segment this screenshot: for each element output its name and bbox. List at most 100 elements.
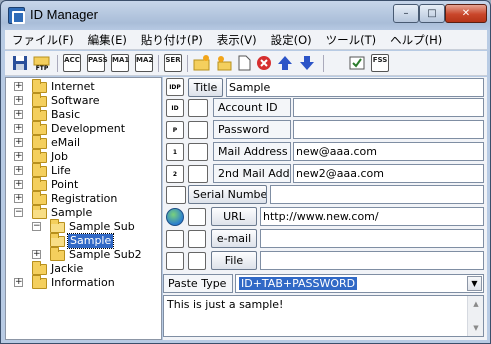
save-icon[interactable] <box>11 54 29 72</box>
move-up-icon[interactable] <box>276 54 294 72</box>
expand-icon[interactable]: + <box>14 152 23 161</box>
copy-password-icon[interactable]: P <box>166 121 184 139</box>
paste-type-select[interactable]: ID+TAB+PASSWORD ▼ <box>235 274 484 293</box>
menu-file[interactable]: ファイル(F) <box>5 30 81 49</box>
menu-edit[interactable]: 編集(E) <box>81 30 134 49</box>
expand-icon[interactable]: + <box>14 124 23 133</box>
collapse-icon[interactable]: − <box>14 208 23 217</box>
file-icon[interactable] <box>166 252 184 270</box>
copy-file-icon[interactable] <box>188 252 206 270</box>
globe-icon[interactable] <box>166 208 184 226</box>
new-folder-icon[interactable] <box>193 54 211 72</box>
folder-icon <box>32 121 47 135</box>
memo-scrollbar[interactable]: ▲ ▼ <box>467 296 483 336</box>
file-field[interactable] <box>260 251 484 270</box>
copy-serial-icon[interactable]: SER <box>164 54 182 72</box>
account-id-label: Account ID <box>213 98 291 117</box>
scroll-down-icon[interactable]: ▼ <box>469 321 483 335</box>
folder-icon <box>32 275 47 289</box>
expand-icon[interactable]: + <box>14 194 23 203</box>
copy-id-icon[interactable]: ID <box>166 99 184 117</box>
menu-settings[interactable]: 設定(O) <box>264 30 319 49</box>
expand-icon[interactable]: + <box>14 278 23 287</box>
folder-icon <box>32 93 47 107</box>
mail1-icon <box>188 143 208 161</box>
copy-account-icon[interactable]: ACC <box>63 54 81 72</box>
url-button[interactable]: URL <box>211 207 257 226</box>
fss-icon[interactable]: FSS <box>371 54 389 72</box>
serial-number-button[interactable]: Serial Number <box>188 185 267 204</box>
copy-url-icon[interactable] <box>188 208 206 226</box>
mail-address2-label: 2nd Mail Address <box>213 164 291 183</box>
password-icon <box>188 121 208 139</box>
url-field[interactable]: http://www.new.com/ <box>260 207 484 226</box>
folder-icon <box>50 247 65 261</box>
email-button[interactable]: e-mail <box>211 229 257 248</box>
title-bar[interactable]: ID Manager – □ ✕ <box>1 1 490 30</box>
title-label: Title <box>188 78 223 97</box>
menu-tools[interactable]: ツール(T) <box>319 30 384 49</box>
password-field[interactable] <box>293 120 484 139</box>
file-button[interactable]: File <box>211 251 257 270</box>
email-field[interactable] <box>260 229 484 248</box>
memo-text: This is just a sample! <box>167 298 284 311</box>
folder-icon <box>32 107 47 121</box>
menu-view[interactable]: 表示(V) <box>210 30 264 49</box>
expand-icon[interactable]: + <box>14 110 23 119</box>
serial-icon[interactable] <box>166 186 186 204</box>
ftp-folder-icon[interactable]: FTP <box>33 54 51 72</box>
collapse-icon[interactable]: − <box>32 222 41 231</box>
menu-help[interactable]: ヘルプ(H) <box>383 30 449 49</box>
folder-icon <box>32 191 47 205</box>
copy-mail1-icon[interactable]: MA1 <box>111 54 129 72</box>
account-id-field[interactable] <box>293 98 484 117</box>
toolbar-separator <box>57 55 58 72</box>
options-icon[interactable] <box>348 54 366 72</box>
close-button[interactable]: ✕ <box>445 4 487 23</box>
expand-icon[interactable]: + <box>32 250 41 259</box>
toolbar-separator <box>187 55 188 72</box>
mail-address-field[interactable]: new@aaa.com <box>293 142 484 161</box>
app-window: ID Manager – □ ✕ ファイル(F) 編集(E) 貼り付け(P) 表… <box>0 0 491 344</box>
expand-icon[interactable]: + <box>14 138 23 147</box>
copy-email-icon[interactable] <box>188 230 206 248</box>
chevron-down-icon[interactable]: ▼ <box>467 276 482 291</box>
maximize-button[interactable]: □ <box>419 4 445 23</box>
toolbar: FTP ACC PASS MA1 MA2 SER FSS <box>5 51 487 76</box>
paste-type-value: ID+TAB+PASSWORD <box>239 277 358 290</box>
expand-icon[interactable]: + <box>14 82 23 91</box>
expand-icon[interactable]: + <box>14 180 23 189</box>
expand-icon[interactable]: + <box>14 166 23 175</box>
menu-paste[interactable]: 貼り付け(P) <box>134 30 210 49</box>
delete-icon[interactable] <box>255 54 273 72</box>
window-title: ID Manager <box>30 7 98 22</box>
paste-type-label: Paste Type <box>163 274 233 293</box>
open-folder-icon <box>50 233 65 247</box>
mail-icon[interactable] <box>166 230 184 248</box>
copy-mail2-icon[interactable]: 2 <box>166 165 184 183</box>
app-icon <box>8 7 25 24</box>
open-folder-icon <box>32 205 47 219</box>
new-item-icon[interactable] <box>235 54 253 72</box>
toolbar-separator <box>323 55 324 72</box>
copy-password-icon[interactable]: PASS <box>87 54 108 72</box>
expand-icon[interactable]: + <box>14 96 23 105</box>
move-down-icon[interactable] <box>298 54 316 72</box>
mail-address2-field[interactable]: new2@aaa.com <box>293 164 484 183</box>
serial-number-field[interactable] <box>270 185 484 204</box>
copy-mail1-icon[interactable]: 1 <box>166 143 184 161</box>
folder-icon <box>32 149 47 163</box>
toolbar-separator <box>158 55 159 72</box>
new-subfolder-icon[interactable] <box>215 54 233 72</box>
copy-mail2-icon[interactable]: MA2 <box>135 54 153 72</box>
folder-icon <box>32 135 47 149</box>
folder-icon <box>32 261 47 275</box>
mail2-icon <box>188 165 208 183</box>
memo-textarea[interactable]: This is just a sample! ▲ ▼ <box>163 295 484 337</box>
minimize-button[interactable]: – <box>393 4 419 23</box>
category-tree[interactable]: + Internet + Software + Basic + Development … <box>5 77 162 340</box>
scroll-up-icon[interactable]: ▲ <box>469 297 483 311</box>
title-field[interactable]: Sample <box>226 78 484 97</box>
folder-icon <box>32 177 47 191</box>
detail-panel: IDP Title Sample ID Account ID P Passwor… <box>163 77 487 340</box>
